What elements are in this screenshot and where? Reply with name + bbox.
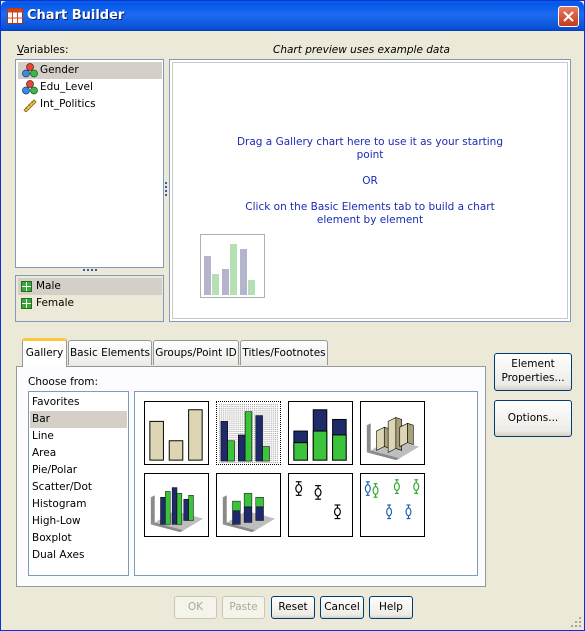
variable-label: Gender	[40, 64, 79, 76]
variables-list[interactable]: Gender Edu_Level Int_Politics	[15, 59, 164, 268]
chart-type-bar[interactable]: Bar	[30, 411, 127, 428]
choose-from-label: Choose from:	[28, 376, 99, 388]
tab-label: Groups/Point ID	[155, 347, 237, 359]
chart-type-boxplot[interactable]: Boxplot	[30, 530, 127, 547]
chart-builder-app-icon	[7, 8, 23, 24]
tab-label: Gallery	[25, 347, 64, 359]
variables-label: Variables:	[17, 44, 69, 56]
chart-type-favorites[interactable]: Favorites	[30, 394, 127, 411]
category-icon	[21, 281, 32, 292]
window-title: Chart Builder	[27, 8, 125, 23]
close-button[interactable]	[558, 6, 579, 27]
title-bar[interactable]: Chart Builder	[1, 1, 584, 31]
tab-basic-elements[interactable]: Basic Elements	[68, 340, 152, 365]
element-properties-line-2: Properties...	[501, 372, 565, 384]
chart-type-line[interactable]: Line	[30, 428, 127, 445]
simple-bar-thumbnail-icon[interactable]	[144, 401, 209, 465]
chart-type-area[interactable]: Area	[30, 445, 127, 462]
nominal-icon	[22, 63, 38, 78]
variable-item-int-politics[interactable]: Int_Politics	[18, 96, 162, 113]
chart-type-pie-polar[interactable]: Pie/Polar	[30, 462, 127, 479]
category-label: Male	[36, 280, 61, 292]
stacked-bar-thumbnail-icon[interactable]	[288, 401, 353, 465]
variable-item-gender[interactable]: Gender	[18, 62, 162, 79]
tab-groups-point-id[interactable]: Groups/Point ID	[153, 340, 239, 365]
close-icon	[563, 11, 574, 22]
scale-icon	[23, 99, 37, 112]
tab-gallery[interactable]: Gallery	[22, 338, 67, 367]
variables-label-text: ariables:	[23, 44, 69, 56]
chart-type-dual-axes[interactable]: Dual Axes	[30, 547, 127, 564]
tab-titles-footnotes[interactable]: Titles/Footnotes	[240, 340, 328, 365]
chart-type-high-low[interactable]: High-Low	[30, 513, 127, 530]
clustered-error-bar-thumbnail-icon[interactable]	[360, 473, 425, 537]
tab-label: Titles/Footnotes	[242, 347, 326, 359]
category-item-female[interactable]: Female	[18, 295, 162, 312]
help-button[interactable]: Help	[369, 596, 413, 619]
chart-type-scatter-dot[interactable]: Scatter/Dot	[30, 479, 127, 496]
preview-hint-line-3: Click on the Basic Elements tab to build…	[245, 201, 495, 213]
preview-hint-or: OR	[362, 175, 378, 187]
variable-item-edu-level[interactable]: Edu_Level	[18, 79, 162, 96]
clustered-bar-thumbnail-icon[interactable]	[216, 401, 281, 465]
paste-button[interactable]: Paste	[222, 596, 265, 619]
preview-caption: Chart preview uses example data	[273, 44, 450, 56]
faded-bar-chart-icon	[200, 234, 265, 298]
options-button[interactable]: Options...	[494, 400, 572, 437]
variable-label: Int_Politics	[40, 98, 96, 110]
simple-error-bar-thumbnail-icon[interactable]	[288, 473, 353, 537]
horizontal-splitter-grip[interactable]	[83, 269, 97, 273]
stacked-3d-bar-thumbnail-icon[interactable]	[216, 473, 281, 537]
chart-type-list[interactable]: Favorites Bar Line Area Pie/Polar Scatte…	[28, 391, 129, 576]
categories-list[interactable]: Male Female	[15, 275, 164, 322]
cancel-button[interactable]: Cancel	[320, 596, 364, 619]
vertical-splitter-grip[interactable]	[165, 182, 168, 196]
clustered-3d-bar-thumbnail-icon[interactable]	[144, 473, 209, 537]
nominal-icon	[22, 80, 38, 95]
preview-hint-line-1: Drag a Gallery chart here to use it as y…	[236, 136, 504, 148]
tab-label: Basic Elements	[69, 347, 151, 359]
preview-hint-line-2: point	[356, 149, 384, 161]
element-properties-button[interactable]: Element Properties...	[494, 353, 572, 391]
chart-builder-dialog: Chart Builder Variables: Gender Edu_Leve…	[0, 0, 585, 631]
category-label: Female	[36, 297, 74, 309]
gallery-thumbnails	[134, 391, 478, 576]
ok-button[interactable]: OK	[174, 596, 217, 619]
reset-button[interactable]: Reset	[271, 596, 315, 619]
element-properties-line-1: Element	[511, 358, 555, 370]
category-icon	[21, 298, 32, 309]
category-item-male[interactable]: Male	[18, 278, 162, 295]
preview-hint-line-4: element by element	[316, 214, 424, 226]
chart-type-histogram[interactable]: Histogram	[30, 496, 127, 513]
resize-grip-icon[interactable]	[570, 616, 582, 628]
variable-label: Edu_Level	[40, 81, 93, 93]
simple-3d-bar-thumbnail-icon[interactable]	[360, 401, 425, 465]
